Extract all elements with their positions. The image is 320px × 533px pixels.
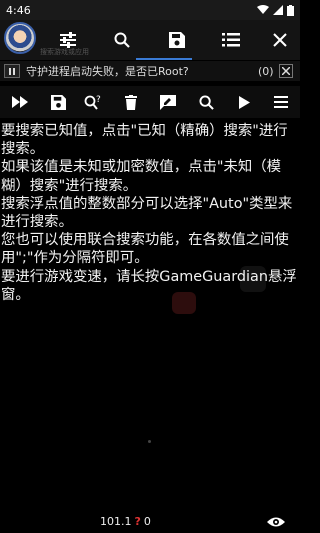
- tune-icon: [60, 32, 76, 48]
- bottom-count: 0: [143, 515, 151, 528]
- pause-button[interactable]: [4, 64, 20, 78]
- eye-icon: [267, 517, 285, 527]
- action-toolbar: ?: [0, 86, 300, 118]
- list-button[interactable]: [213, 20, 249, 60]
- play-icon: [238, 95, 250, 109]
- save-icon: [50, 94, 66, 110]
- svg-text:?: ?: [96, 95, 101, 105]
- tune-button[interactable]: [50, 20, 86, 60]
- fuzzy-search-button[interactable]: ?: [78, 86, 108, 118]
- speedhack-button[interactable]: [5, 86, 35, 118]
- search-button[interactable]: [104, 20, 140, 60]
- screen: 4:46 搜索游戏或应用 守护进程启动失败，是否已Root? (0) ? 要搜索…: [0, 0, 300, 533]
- bottom-value: 101.1: [100, 515, 132, 528]
- fuzzy-search-icon: ?: [84, 95, 101, 110]
- edit-icon: [160, 94, 176, 110]
- notice-count: (0): [258, 64, 274, 78]
- signal-icon: [273, 5, 283, 15]
- search-icon: [198, 94, 214, 110]
- play-button[interactable]: [229, 86, 259, 118]
- fast-forward-icon: [12, 96, 28, 108]
- delete-icon: [125, 94, 137, 110]
- daemon-notice: 守护进程启动失败，是否已Root? (0): [0, 61, 300, 81]
- save-list-button[interactable]: [43, 86, 73, 118]
- bottom-marker: ?: [134, 515, 141, 528]
- search-help-text: 要搜索已知值，点击"已知（精确）搜索"进行搜索。 如果该值是未知或加密数值，点击…: [1, 123, 297, 303]
- edit-button[interactable]: [153, 86, 183, 118]
- status-bar: 4:46: [0, 0, 300, 20]
- menu-icon: [274, 96, 288, 108]
- close-icon: [273, 33, 287, 47]
- wifi-icon: [257, 5, 269, 14]
- bottom-bar: 101.1 ? 0: [0, 510, 300, 533]
- search-icon: [114, 32, 130, 48]
- save-icon: [169, 32, 185, 48]
- notice-text: 守护进程启动失败，是否已Root?: [26, 65, 189, 78]
- visibility-toggle-button[interactable]: [265, 513, 287, 531]
- status-time: 4:46: [6, 3, 31, 17]
- search-toolbar-button[interactable]: [191, 86, 221, 118]
- delete-button[interactable]: [116, 86, 146, 118]
- close-icon: [282, 67, 290, 75]
- menu-button[interactable]: [266, 86, 296, 118]
- page-indicator-dot: [148, 440, 151, 443]
- bottom-stats: 101.1 ? 0: [100, 515, 151, 528]
- battery-icon: [287, 4, 294, 16]
- list-icon: [222, 33, 240, 47]
- save-button[interactable]: [159, 20, 195, 60]
- close-button[interactable]: [262, 20, 298, 60]
- app-logo[interactable]: [4, 22, 36, 54]
- status-icons: [257, 4, 294, 16]
- notice-close-button[interactable]: [279, 64, 293, 78]
